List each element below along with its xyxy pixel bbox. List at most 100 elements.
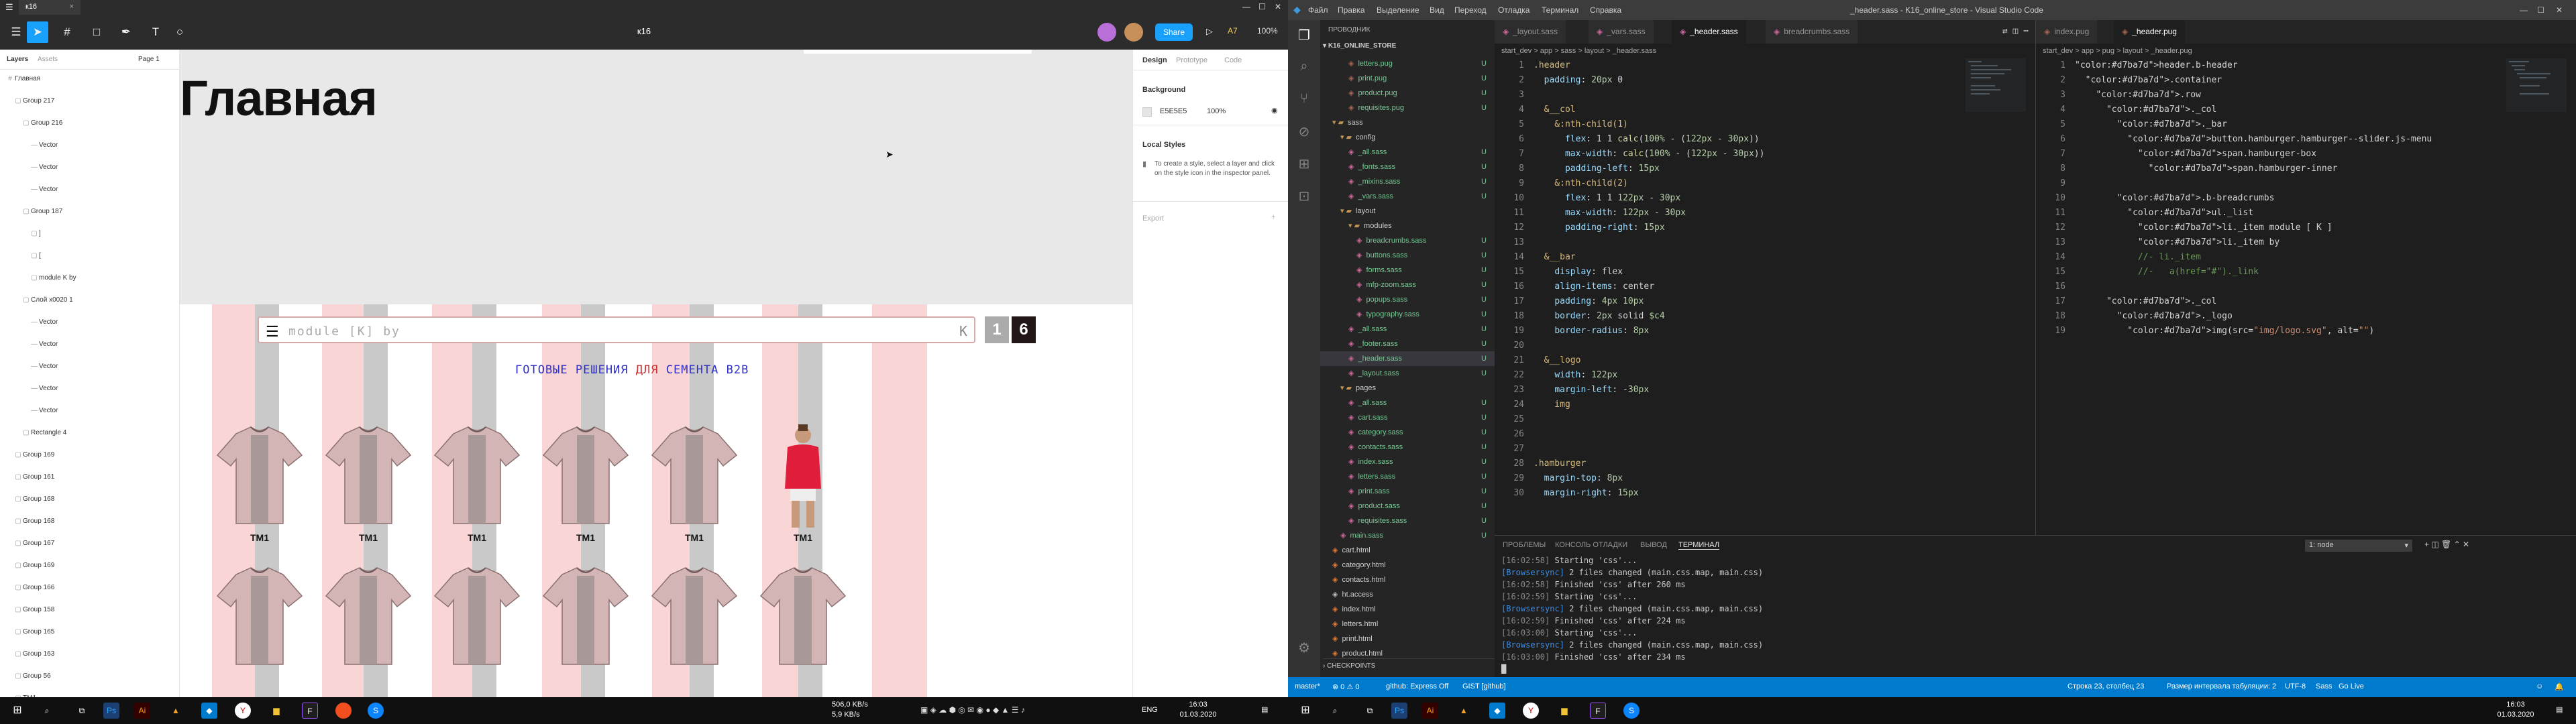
tree-item[interactable]: ◈ product.sass U — [1320, 499, 1495, 514]
checkpoints-section[interactable]: › CHECKPOINTS — [1323, 658, 1497, 673]
code-line[interactable]: &__logo — [1534, 353, 1581, 368]
tree-item[interactable]: ◈ index.sass U — [1320, 455, 1495, 469]
tree-item[interactable]: ◈ forms.sass U — [1320, 263, 1495, 278]
layer-item[interactable]: ▢ Слой x0020 1 — [21, 296, 72, 307]
tree-item[interactable]: ◈ _all.sass U — [1320, 322, 1495, 337]
layer-item[interactable]: # Главная — [5, 75, 40, 86]
layer-item[interactable]: ▢ Group 163 — [13, 650, 54, 661]
settings-gear-icon[interactable]: ⚙ — [1295, 640, 1313, 658]
layer-item[interactable]: ▢] — [30, 230, 41, 241]
code-line[interactable]: .hamburger — [1534, 457, 1586, 471]
maximize-icon[interactable]: ☐ — [1258, 2, 1266, 11]
illustrator-icon[interactable]: Ai — [1422, 703, 1438, 719]
menu-item[interactable]: Правка — [1338, 5, 1365, 15]
comment-tool-icon[interactable]: ○ — [169, 21, 191, 43]
tree-item[interactable]: ▾ ▰ layout — [1320, 204, 1495, 219]
windows-start-icon[interactable]: ⊞ — [9, 703, 25, 719]
windows-start-icon[interactable]: ⊞ — [1297, 703, 1313, 719]
explorer-icon[interactable]: ❐ — [1295, 27, 1313, 46]
code-line[interactable]: &:nth-child(1) — [1534, 117, 1628, 132]
tree-item[interactable]: ◈ breadcrumbs.sass U — [1320, 233, 1495, 248]
layer-item[interactable]: ▢ Group 169 — [13, 451, 54, 462]
extensions-icon[interactable]: ⊞ — [1295, 156, 1313, 174]
search-icon[interactable]: ⌕ — [1295, 59, 1313, 78]
frame-tool-icon[interactable]: # — [56, 21, 78, 43]
code-line[interactable]: display: flex — [1534, 265, 1623, 280]
code-line[interactable]: "color:#d7ba7d">.b-breadcrumbs — [2075, 191, 2275, 206]
layer-item[interactable]: ▢[ — [30, 252, 41, 263]
search-bar[interactable]: ☰ module [K] by K — [258, 316, 975, 343]
tree-item[interactable]: ◈ contacts.sass U — [1320, 440, 1495, 455]
terminal-select[interactable]: 1: node ▾ — [2305, 540, 2412, 552]
product-image[interactable] — [325, 422, 412, 529]
code-line[interactable]: flex: 1 1 calc(100% - (122px - 30px)) — [1534, 132, 1760, 147]
bg-opacity[interactable]: 100% — [1207, 107, 1226, 115]
code-line[interactable]: .header — [1534, 58, 1570, 73]
status-bell-icon[interactable]: 🔔 — [2555, 682, 2564, 691]
tree-item[interactable]: ◈ contacts.html — [1320, 572, 1495, 587]
tree-item[interactable]: ◈ letters.sass U — [1320, 469, 1495, 484]
tray-icons[interactable]: ▣ ◈ ☁ ⬢ ◎ ✉ ◉ ● ◆ ▲ ☰ ♪ — [920, 705, 1142, 715]
frame-glavnaya[interactable]: Главная ➤ — [180, 50, 1132, 304]
product-image[interactable] — [759, 562, 847, 670]
photoshop-icon[interactable]: Ps — [103, 703, 119, 719]
code-line[interactable]: "color:#d7ba7d">button.hamburger.hamburg… — [2075, 132, 2432, 147]
tree-item[interactable]: ◈ print.html — [1320, 631, 1495, 646]
tree-item[interactable]: ◈ letters.pug U — [1320, 56, 1495, 71]
zoom-level[interactable]: 100% — [1257, 26, 1278, 36]
status-encoding[interactable]: UTF-8 — [2285, 682, 2306, 690]
avatar[interactable] — [1124, 23, 1143, 42]
product-image[interactable] — [651, 422, 738, 529]
layer-item[interactable]: ▢ Group 165 — [13, 628, 54, 639]
tree-item[interactable]: ◈ requisites.pug U — [1320, 101, 1495, 115]
tree-item[interactable]: ◈ popups.sass U — [1320, 292, 1495, 307]
photoshop-icon[interactable]: Ps — [1391, 703, 1407, 719]
minimize-icon[interactable]: — — [2520, 5, 2528, 15]
task-view-icon[interactable]: ⧉ — [74, 703, 90, 719]
add-export-icon[interactable]: + — [1271, 213, 1275, 221]
source-control-icon[interactable]: ⑂ — [1295, 91, 1313, 110]
editor-tab[interactable]: ◈ _header.sass — [1672, 20, 1747, 44]
bg-hex[interactable]: E5E5E5 — [1160, 107, 1187, 115]
menu-item[interactable]: Вид — [1430, 5, 1444, 15]
status-indent[interactable]: Размер интервала табуляции: 2 — [2167, 682, 2276, 690]
editor-tab[interactable]: ◈ _vars.sass — [1589, 20, 1654, 44]
code-line[interactable]: &__col — [1534, 103, 1576, 117]
layer-item[interactable]: — Vector — [30, 407, 58, 418]
tree-item[interactable]: ◈ _all.sass U — [1320, 396, 1495, 410]
layer-item[interactable]: — Vector — [30, 141, 58, 152]
code-line[interactable]: flex: 1 1 122px - 30px — [1534, 191, 1680, 206]
editor-tab[interactable]: ◈ _header.pug — [2114, 20, 2186, 44]
product-image[interactable] — [216, 422, 303, 529]
code-line[interactable]: img — [1534, 398, 1570, 412]
breadcrumb[interactable]: start_dev > app > pug > layout > _header… — [2036, 44, 2576, 58]
yandex-icon[interactable]: Y — [1523, 703, 1539, 719]
tree-item[interactable]: ◈ category.sass U — [1320, 425, 1495, 440]
code-line[interactable]: "color:#d7ba7d">img(src="img/logo.svg", … — [2075, 324, 2374, 339]
tree-item[interactable]: ◈ _fonts.sass U — [1320, 160, 1495, 174]
terminal-cursor[interactable]: █ — [1501, 664, 1506, 674]
search-icon[interactable]: ⌕ — [39, 703, 55, 719]
main-menu-icon[interactable]: ☰ — [5, 21, 27, 43]
tree-item[interactable]: ◈ _header.sass U — [1320, 351, 1495, 366]
tab-prototype[interactable]: Prototype — [1176, 56, 1208, 64]
shape-tool-icon[interactable]: □ — [86, 21, 107, 43]
status-errors[interactable]: ⊗ 0 ⚠ 0 — [1332, 682, 1359, 691]
code-line[interactable]: padding: 20px 0 — [1534, 73, 1623, 88]
code-line[interactable]: //- li._item — [2075, 250, 2201, 265]
product-image[interactable] — [433, 422, 521, 529]
tree-item[interactable]: ◈ _all.sass U — [1320, 145, 1495, 160]
status-gist[interactable]: GIST [github] — [1462, 682, 1506, 690]
code-line[interactable]: //- a(href="#")._link — [2075, 265, 2259, 280]
file-explorer-icon[interactable]: ▆ — [1556, 703, 1572, 719]
tree-item[interactable]: ◈ requisites.sass U — [1320, 514, 1495, 528]
vscode-icon[interactable]: ◆ — [201, 703, 217, 719]
file-title[interactable]: к16 — [617, 26, 671, 36]
skype-icon[interactable]: S — [368, 703, 384, 719]
layer-item[interactable]: — Vector — [30, 363, 58, 373]
bg-swatch[interactable] — [1142, 107, 1152, 117]
panel-tab[interactable]: КОНСОЛЬ ОТЛАДКИ — [1555, 541, 1627, 549]
vscode-icon[interactable]: ◆ — [1489, 703, 1505, 719]
layer-item[interactable]: ▢ Group 158 — [13, 606, 54, 617]
share-button[interactable]: Share — [1155, 23, 1193, 41]
